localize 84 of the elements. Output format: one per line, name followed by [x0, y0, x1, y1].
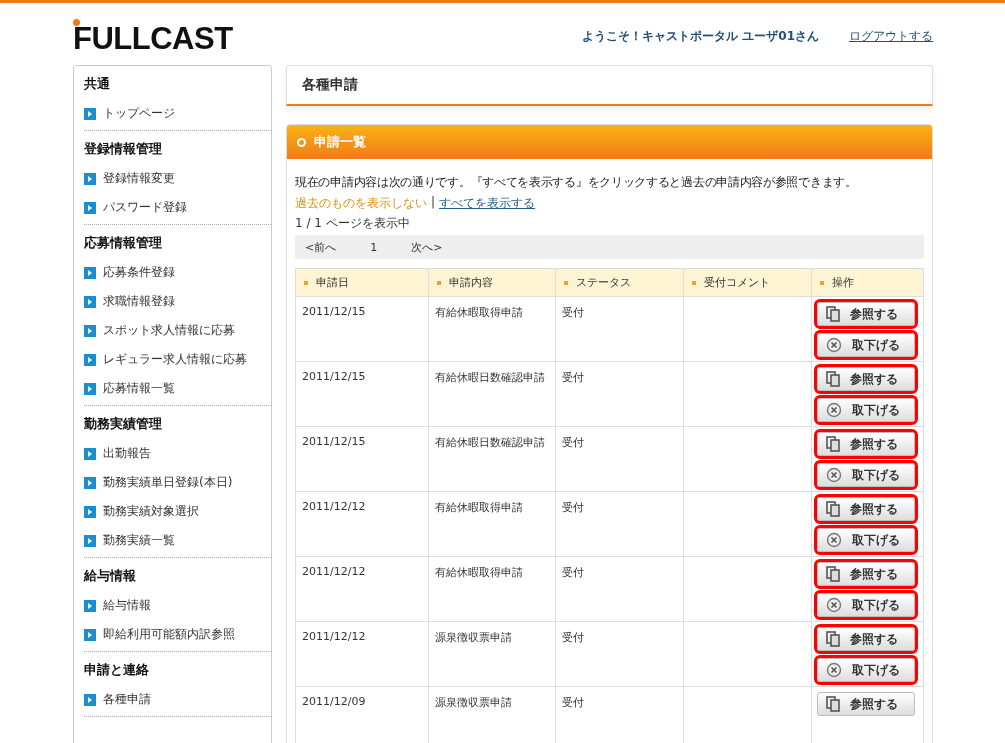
view-button[interactable]: 参照する: [817, 692, 915, 716]
copy-icon: [826, 306, 840, 322]
withdraw-button[interactable]: 取下げる: [817, 463, 915, 487]
view-button[interactable]: 参照する: [817, 432, 915, 456]
table-cell: 2011/12/15: [295, 296, 429, 362]
table-cell: 有給休暇日数確認申請: [428, 426, 556, 492]
next-link[interactable]: 次へ>: [401, 239, 453, 255]
welcome-text: ようこそ！キャストポータル ユーザ01さん: [582, 27, 819, 45]
withdraw-button[interactable]: 取下げる: [817, 593, 915, 617]
close-circle-icon: [826, 402, 842, 418]
column-header: ステータス: [555, 268, 684, 297]
prev-link[interactable]: <前へ: [295, 239, 347, 255]
logo[interactable]: FULLCAST: [73, 19, 233, 55]
close-circle-icon: [826, 597, 842, 613]
sidebar-item[interactable]: 給与情報: [103, 597, 151, 614]
sidebar-item[interactable]: 応募情報一覧: [103, 380, 175, 397]
sidebar-item[interactable]: レギュラー求人情報に応募: [103, 351, 247, 368]
view-button[interactable]: 参照する: [817, 302, 915, 326]
intro-text: 現在の申請内容は次の通りです。『すべてを表示する』をクリックすると過去の申請内容が参照できます。: [295, 174, 858, 191]
sidebar-item[interactable]: 出勤報告: [103, 445, 151, 462]
copy-icon: [826, 696, 840, 712]
separator: |: [431, 195, 436, 211]
copy-icon: [826, 436, 840, 452]
sidebar-item[interactable]: スポット求人情報に応募: [103, 322, 235, 339]
show-all-link[interactable]: すべてを表示する: [439, 195, 536, 212]
table-cell: 受付: [555, 296, 684, 362]
table-cell: 受付: [555, 621, 684, 687]
copy-icon: [826, 501, 840, 517]
sidebar-item[interactable]: パスワード登録: [103, 199, 187, 216]
page-info: 1 / 1 ページを表示中: [295, 215, 411, 232]
sidebar-item[interactable]: 各種申請: [103, 691, 151, 708]
sidebar-heading: 勤務実績管理: [84, 415, 163, 433]
copy-icon: [826, 371, 840, 387]
table-cell: 受付: [555, 491, 684, 557]
table-cell: 受付: [555, 426, 684, 492]
sidebar-heading: 応募情報管理: [84, 234, 163, 252]
sidebar-item[interactable]: 勤務実績単日登録(本日): [103, 474, 233, 491]
page-title: 各種申請: [286, 65, 933, 106]
sidebar-item[interactable]: 即給利用可能額内訳参照: [103, 626, 235, 643]
sidebar-item[interactable]: 求職情報登録: [103, 293, 175, 310]
sidebar-item[interactable]: 勤務実績一覧: [103, 532, 175, 549]
close-circle-icon: [826, 337, 842, 353]
table-cell: 有給休暇取得申請: [428, 556, 556, 622]
table-cell: 2011/12/12: [295, 491, 429, 557]
table-cell: 2011/12/12: [295, 621, 429, 687]
page-number[interactable]: 1: [346, 240, 402, 254]
withdraw-button[interactable]: 取下げる: [817, 658, 915, 682]
table-cell: 源泉徴収票申請: [428, 621, 556, 687]
table-cell: 2011/12/12: [295, 556, 429, 622]
sidebar-heading: 給与情報: [84, 567, 137, 585]
sidebar-heading: 申請と連絡: [84, 661, 150, 679]
withdraw-button[interactable]: 取下げる: [817, 528, 915, 552]
logout-link[interactable]: ログアウトする: [849, 27, 933, 45]
table-cell: 受付: [555, 556, 684, 622]
column-header: 申請日: [295, 268, 429, 297]
view-button[interactable]: 参照する: [817, 627, 915, 651]
sidebar-heading: 共通: [84, 75, 111, 93]
withdraw-button[interactable]: 取下げる: [817, 398, 915, 422]
close-circle-icon: [826, 532, 842, 548]
sidebar-heading: 登録情報管理: [84, 140, 163, 158]
table-cell: 有給休暇日数確認申請: [428, 361, 556, 427]
column-header: 操作: [811, 268, 924, 297]
sidebar-item[interactable]: 登録情報変更: [103, 170, 175, 187]
table-cell: 2011/12/15: [295, 361, 429, 427]
sidebar-item[interactable]: 応募条件登録: [103, 264, 175, 281]
column-header: 受付コメント: [683, 268, 812, 297]
table-cell: 有給休暇取得申請: [428, 296, 556, 362]
column-header: 申請内容: [428, 268, 556, 297]
view-button[interactable]: 参照する: [817, 562, 915, 586]
close-circle-icon: [826, 467, 842, 483]
view-button[interactable]: 参照する: [817, 497, 915, 521]
withdraw-button[interactable]: 取下げる: [817, 333, 915, 357]
hide-past-text: 過去のものを表示しない: [295, 195, 427, 212]
sidebar-item[interactable]: トップページ: [103, 105, 175, 122]
view-button[interactable]: 参照する: [817, 367, 915, 391]
copy-icon: [826, 631, 840, 647]
table-cell: 2011/12/09: [295, 686, 429, 743]
panel-header: 申請一覧: [287, 125, 932, 159]
copy-icon: [826, 566, 840, 582]
close-circle-icon: [826, 662, 842, 678]
sidebar-item[interactable]: 勤務実績対象選択: [103, 503, 199, 520]
table-cell: 2011/12/15: [295, 426, 429, 492]
table-cell: 受付: [555, 361, 684, 427]
table-cell: 有給休暇取得申請: [428, 491, 556, 557]
